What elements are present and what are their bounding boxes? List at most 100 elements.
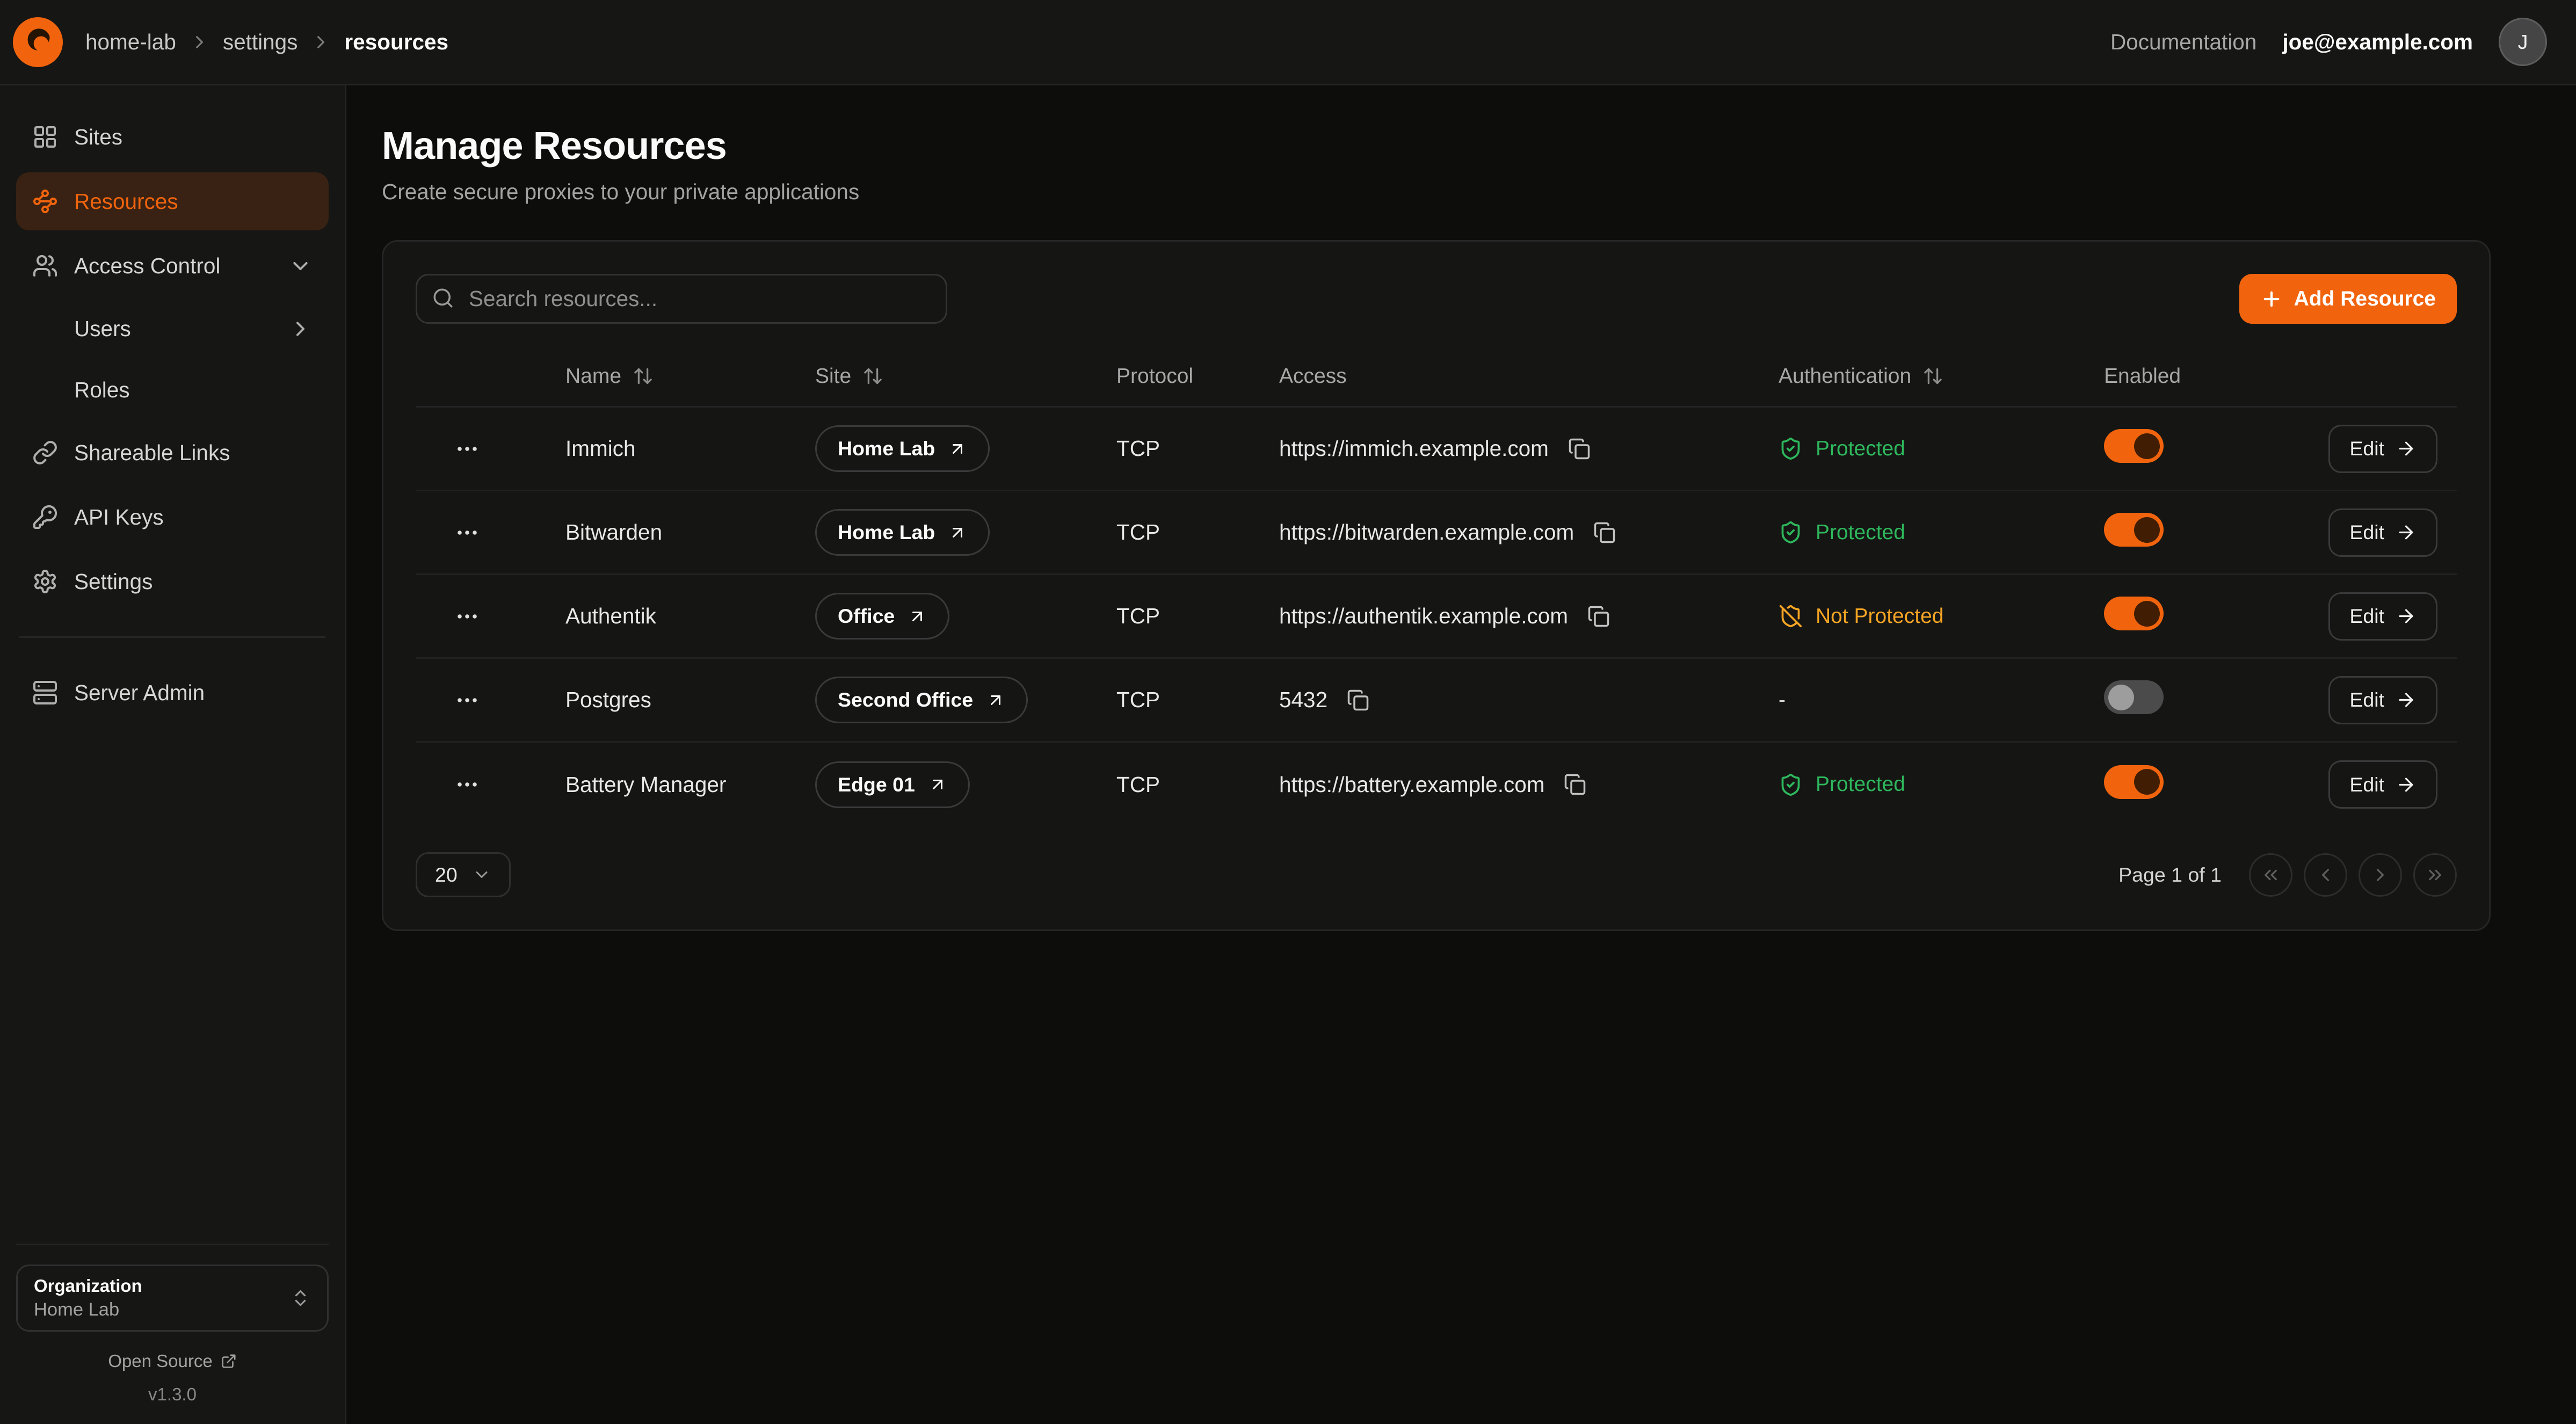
row-menu-cell xyxy=(454,597,565,636)
arrow-right-icon xyxy=(2396,438,2417,459)
edit-cell: Edit xyxy=(2313,508,2457,557)
access-cell: https://bitwarden.example.com xyxy=(1279,518,1779,547)
top-bar-left: home-lab settings resources xyxy=(13,17,448,67)
site-name: Home Lab xyxy=(838,521,935,544)
copy-icon xyxy=(1347,689,1369,711)
last-page-button[interactable] xyxy=(2413,853,2457,897)
open-source-label: Open Source xyxy=(108,1351,212,1371)
table-row: Immich Home Lab TCP https://immich.examp… xyxy=(416,408,2457,491)
edit-button[interactable]: Edit xyxy=(2328,676,2437,724)
breadcrumb-org[interactable]: home-lab xyxy=(85,30,176,55)
add-resource-button[interactable]: Add Resource xyxy=(2239,274,2457,324)
chevron-right-icon xyxy=(288,317,313,341)
column-label: Name xyxy=(565,365,621,388)
resource-access: 5432 xyxy=(1279,687,1327,713)
row-menu-button[interactable] xyxy=(448,430,487,468)
breadcrumb-settings[interactable]: settings xyxy=(223,30,298,55)
toggle-knob xyxy=(2108,685,2134,710)
site-link-button[interactable]: Office xyxy=(815,593,949,640)
row-menu-button[interactable] xyxy=(448,681,487,720)
sidebar-item-settings[interactable]: Settings xyxy=(16,553,329,611)
edit-button[interactable]: Edit xyxy=(2328,508,2437,557)
sidebar-item-roles[interactable]: Roles xyxy=(16,362,329,417)
enabled-toggle[interactable] xyxy=(2104,680,2164,714)
sidebar-item-shareable-links[interactable]: Shareable Links xyxy=(16,424,329,482)
access-cell: https://authentik.example.com xyxy=(1279,602,1779,631)
enabled-toggle[interactable] xyxy=(2104,429,2164,463)
enabled-toggle[interactable] xyxy=(2104,597,2164,630)
add-resource-label: Add Resource xyxy=(2294,287,2436,311)
access-cell: https://battery.example.com xyxy=(1279,770,1779,799)
site-name: Home Lab xyxy=(838,437,935,460)
shield-check-icon xyxy=(1779,520,1803,544)
arrow-up-right-icon xyxy=(986,691,1005,710)
copy-button[interactable] xyxy=(1590,518,1619,547)
arrow-right-icon xyxy=(2396,774,2417,795)
enabled-cell xyxy=(2104,765,2313,804)
sidebar-item-sites[interactable]: Sites xyxy=(16,108,329,166)
site-link-button[interactable]: Edge 01 xyxy=(815,761,970,808)
open-source-link[interactable]: Open Source xyxy=(16,1351,329,1371)
user-email: joe@example.com xyxy=(2282,30,2473,55)
site-name: Edge 01 xyxy=(838,773,915,796)
edit-button[interactable]: Edit xyxy=(2328,425,2437,473)
sort-icon[interactable] xyxy=(862,366,883,387)
ellipsis-icon xyxy=(454,772,480,797)
previous-page-button[interactable] xyxy=(2304,853,2347,897)
main-content: Manage Resources Create secure proxies t… xyxy=(346,85,2576,1424)
auth-status-label: Protected xyxy=(1816,521,1905,544)
column-label: Enabled xyxy=(2104,365,2181,388)
access-cell: 5432 xyxy=(1279,686,1779,715)
sidebar-item-label: Shareable Links xyxy=(74,440,230,466)
sort-icon[interactable] xyxy=(633,366,654,387)
enabled-cell xyxy=(2104,513,2313,552)
first-page-button[interactable] xyxy=(2249,853,2292,897)
search-input[interactable] xyxy=(416,274,947,324)
copy-button[interactable] xyxy=(1565,434,1594,463)
enabled-cell xyxy=(2104,680,2313,720)
breadcrumb: home-lab settings resources xyxy=(85,30,448,55)
copy-button[interactable] xyxy=(1561,770,1590,799)
site-link-button[interactable]: Home Lab xyxy=(815,425,990,472)
copy-icon xyxy=(1568,438,1591,460)
resource-protocol: TCP xyxy=(1116,436,1279,461)
auth-status-label: - xyxy=(1779,688,1786,712)
sidebar-item-server-admin[interactable]: Server Admin xyxy=(16,664,329,722)
toggle-knob xyxy=(2134,601,2160,627)
breadcrumb-current: resources xyxy=(344,30,448,55)
resource-protocol: TCP xyxy=(1116,687,1279,713)
sidebar-item-access-control[interactable]: Access Control xyxy=(16,237,329,295)
arrow-up-right-icon xyxy=(948,439,967,459)
row-menu-button[interactable] xyxy=(448,513,487,552)
row-menu-button[interactable] xyxy=(448,765,487,804)
documentation-link[interactable]: Documentation xyxy=(2110,30,2256,55)
copy-button[interactable] xyxy=(1584,602,1613,631)
org-picker-value: Home Lab xyxy=(34,1299,142,1320)
copy-button[interactable] xyxy=(1344,686,1373,715)
enabled-toggle[interactable] xyxy=(2104,513,2164,547)
edit-button[interactable]: Edit xyxy=(2328,760,2437,809)
sidebar-item-resources[interactable]: Resources xyxy=(16,172,329,230)
edit-button-label: Edit xyxy=(2349,437,2384,460)
org-picker-text: Organization Home Lab xyxy=(34,1276,142,1320)
enabled-cell xyxy=(2104,597,2313,636)
gear-icon xyxy=(32,569,58,594)
sort-icon[interactable] xyxy=(1922,366,1943,387)
enabled-toggle[interactable] xyxy=(2104,765,2164,799)
next-page-button[interactable] xyxy=(2359,853,2402,897)
resource-protocol: TCP xyxy=(1116,604,1279,629)
user-avatar[interactable]: J xyxy=(2499,18,2547,66)
site-link-button[interactable]: Second Office xyxy=(815,677,1028,723)
site-link-button[interactable]: Home Lab xyxy=(815,509,990,556)
sidebar-item-label: Sites xyxy=(74,125,122,150)
row-menu-button[interactable] xyxy=(448,597,487,636)
sidebar-item-users[interactable]: Users xyxy=(16,301,329,356)
page-title: Manage Resources xyxy=(382,124,2491,168)
access-cell: https://immich.example.com xyxy=(1279,434,1779,463)
sidebar-item-label: API Keys xyxy=(74,505,164,530)
edit-button[interactable]: Edit xyxy=(2328,592,2437,641)
app-logo[interactable] xyxy=(13,17,63,67)
sidebar-item-api-keys[interactable]: API Keys xyxy=(16,488,329,546)
org-picker[interactable]: Organization Home Lab xyxy=(16,1265,329,1332)
page-size-select[interactable]: 20 xyxy=(416,852,511,897)
